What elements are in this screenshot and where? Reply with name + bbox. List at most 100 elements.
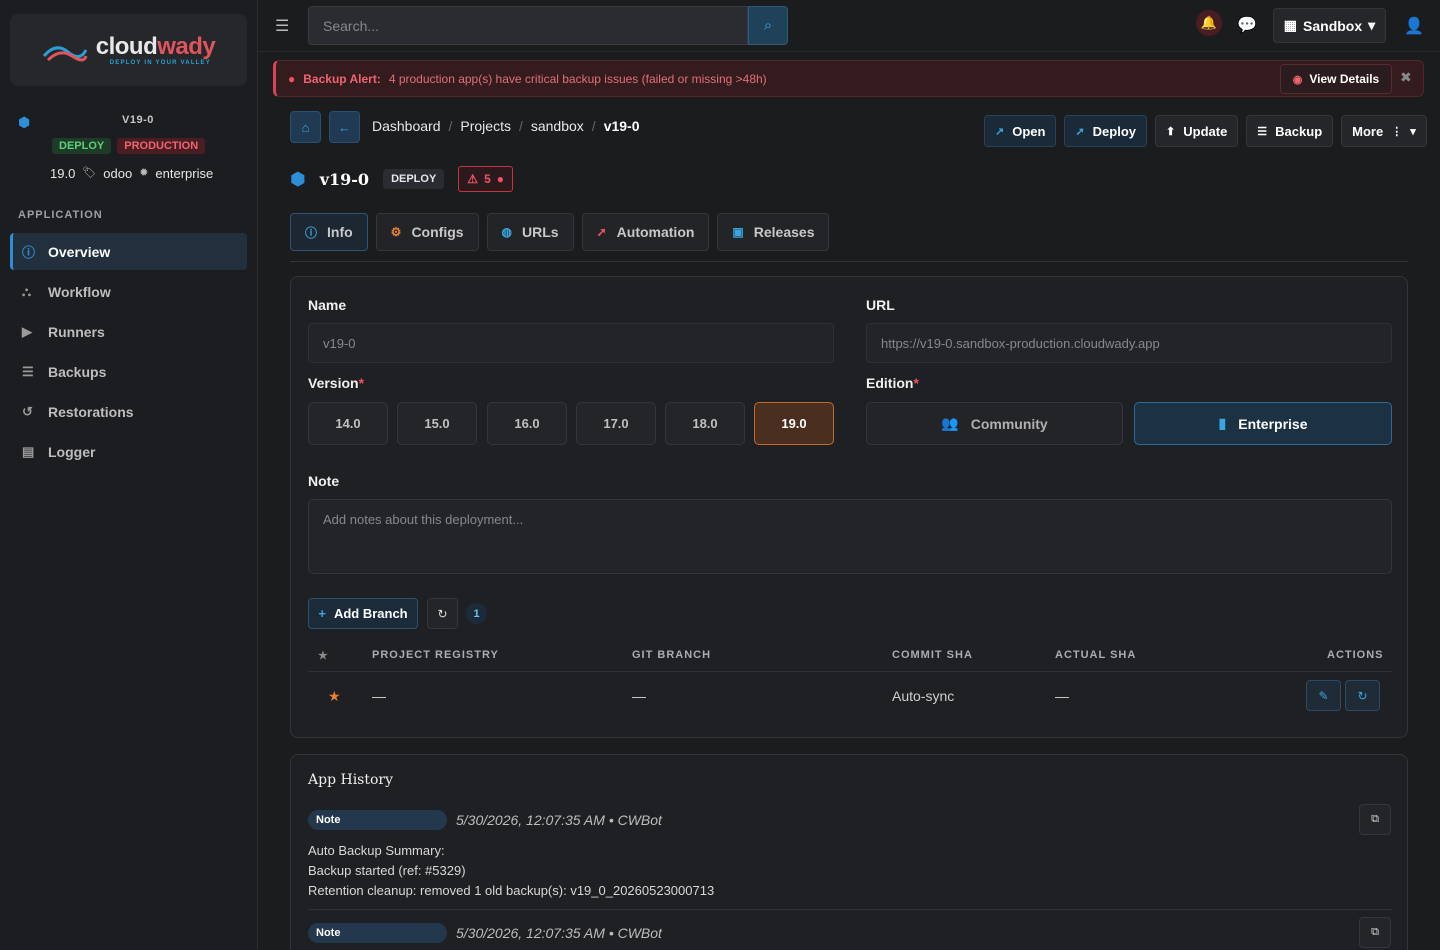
user-icon[interactable]: 👤 <box>1404 16 1424 36</box>
version-option-19[interactable]: 19.0 <box>754 402 834 445</box>
version-option-17[interactable]: 17.0 <box>576 402 656 445</box>
tab-label: Configs <box>411 224 464 240</box>
meta-product: odoo <box>103 166 133 181</box>
sidebar-item-backups[interactable]: ☰ Backups <box>10 353 247 390</box>
search-button[interactable]: ⌕ <box>748 6 788 45</box>
copy-icon: ⧉ <box>1371 926 1379 938</box>
external-link-icon: ↗ <box>995 125 1005 138</box>
version-option-15[interactable]: 15.0 <box>397 402 477 445</box>
back-button[interactable]: ← <box>329 111 360 143</box>
open-label: Open <box>1012 123 1046 139</box>
star-icon[interactable]: ★ <box>328 688 341 705</box>
sidebar-item-label: Restorations <box>48 403 134 420</box>
brand-word-accent: wady <box>157 32 216 60</box>
warnings-badge[interactable]: ⚠ 5 ● <box>458 166 513 192</box>
sidebar: cloudwady DEPLOY IN YOUR VALLEY ⬢ V19-0 … <box>0 0 258 950</box>
edition-enterprise-option[interactable]: ▮ Enterprise <box>1134 402 1392 445</box>
file-icon: ▤ <box>22 443 35 459</box>
building-icon: ▮ <box>1218 415 1227 431</box>
cube-icon: ⬢ <box>290 168 306 189</box>
tab-info[interactable]: ⓘ Info <box>290 213 368 251</box>
eye-icon: ◉ <box>1292 73 1303 86</box>
sidebar-item-restorations[interactable]: ↺ Restorations <box>10 393 247 430</box>
home-icon: ⌂ <box>301 119 310 135</box>
search-input[interactable] <box>308 6 748 45</box>
history-title: App History <box>308 772 394 788</box>
sidebar-item-logger[interactable]: ▤ Logger <box>10 433 247 470</box>
page-actions: ↗ Open ➚ Deploy ⬆ Update ☰ Backup More ⋮… <box>984 115 1427 147</box>
history-meta: 5/30/2026, 12:07:35 AM • CWBot <box>456 925 662 941</box>
tag-icon: 🏷 <box>82 167 97 179</box>
app-meta: 19.0 🏷 odoo ✹ enterprise <box>50 166 213 181</box>
column-header-actual: ACTUAL SHA <box>1055 649 1137 661</box>
chat-icon[interactable]: 💬 <box>1237 15 1257 35</box>
warning-triangle-icon: ⚠ <box>467 172 479 186</box>
breadcrumb-sandbox[interactable]: sandbox <box>531 118 584 134</box>
more-dropdown[interactable]: More ⋮ ▾ <box>1341 115 1427 147</box>
backup-button[interactable]: ☰ Backup <box>1246 115 1334 147</box>
sync-branch-button[interactable]: ↻ <box>1345 680 1380 711</box>
tab-releases[interactable]: ▣ Releases <box>717 213 830 251</box>
sidebar-item-workflow[interactable]: ⛬ Workflow <box>10 273 247 310</box>
breadcrumb-separator: / <box>448 118 453 134</box>
breadcrumb-projects[interactable]: Projects <box>460 118 511 134</box>
sidebar-item-overview[interactable]: ⓘ Overview <box>10 233 247 270</box>
tab-bar: ⓘ Info ⚙ Configs ◍ URLs ➚ Automation ▣ R… <box>290 213 830 251</box>
breadcrumb-separator: / <box>518 118 523 134</box>
info-icon: ⓘ <box>305 225 318 240</box>
version-option-16[interactable]: 16.0 <box>487 402 567 445</box>
sidebar-item-label: Overview <box>48 243 111 260</box>
info-icon: ⓘ <box>22 245 36 260</box>
menu-toggle-icon[interactable]: ☰ <box>275 16 289 36</box>
brand-logo[interactable]: cloudwady DEPLOY IN YOUR VALLEY <box>10 14 247 86</box>
update-button[interactable]: ⬆ Update <box>1155 115 1239 147</box>
note-textarea[interactable] <box>308 499 1392 574</box>
refresh-branches-button[interactable]: ↻ <box>427 598 458 629</box>
copy-button[interactable]: ⧉ <box>1359 804 1391 835</box>
edit-branch-button[interactable]: ✎ <box>1306 680 1341 711</box>
tab-label: URLs <box>522 224 559 240</box>
column-header-registry: PROJECT REGISTRY <box>372 649 499 661</box>
meta-version: 19.0 <box>50 166 76 181</box>
topbar: ☰ ⌕ 🔔 💬 ▦ Sandbox ▾ 👤 <box>258 0 1440 52</box>
play-circle-icon: ▶ <box>22 323 32 339</box>
pencil-icon: ✎ <box>1318 688 1329 703</box>
history-line: Backup started (ref: #5329) <box>308 863 466 878</box>
alert-circle-icon: ● <box>496 172 504 186</box>
add-branch-button[interactable]: + Add Branch <box>308 598 418 629</box>
sidebar-app-name: V19-0 <box>122 114 154 126</box>
edition-community-option[interactable]: 👥 Community <box>866 402 1123 445</box>
close-icon[interactable]: ✖ <box>1400 69 1412 86</box>
url-field[interactable]: https://v19-0.sandbox-production.cloudwa… <box>866 323 1392 363</box>
meta-edition: enterprise <box>155 166 214 181</box>
edition-label-text: Edition <box>866 375 914 391</box>
backup-label: Backup <box>1275 123 1323 139</box>
sidebar-item-runners[interactable]: ▶ Runners <box>10 313 247 350</box>
breadcrumb: Dashboard / Projects / sandbox / v19-0 <box>372 118 640 134</box>
deploy-badge: DEPLOY <box>52 138 112 154</box>
search-icon: ⌕ <box>763 17 773 34</box>
name-field[interactable]: v19-0 <box>308 323 834 363</box>
tab-configs[interactable]: ⚙ Configs <box>375 213 479 251</box>
chevron-down-icon: ▾ <box>1410 125 1416 138</box>
environment-dropdown[interactable]: ▦ Sandbox ▾ <box>1273 8 1386 43</box>
version-option-14[interactable]: 14.0 <box>308 402 388 445</box>
home-button[interactable]: ⌂ <box>290 111 321 143</box>
building-icon: ▦ <box>1283 17 1298 33</box>
table-divider <box>308 671 1392 672</box>
notification-bell-icon[interactable]: 🔔 <box>1196 10 1222 36</box>
history-icon: ↺ <box>22 403 33 419</box>
branch-count-badge: 1 <box>466 603 487 624</box>
copy-button[interactable]: ⧉ <box>1359 917 1391 948</box>
sidebar-nav: ⓘ Overview ⛬ Workflow ▶ Runners ☰ Backup… <box>10 233 247 473</box>
view-details-button[interactable]: ◉ View Details <box>1280 64 1392 94</box>
tab-urls[interactable]: ◍ URLs <box>486 213 574 251</box>
refresh-icon: ↻ <box>1357 688 1368 703</box>
note-label: Note <box>308 473 340 489</box>
version-option-18[interactable]: 18.0 <box>665 402 745 445</box>
tab-automation[interactable]: ➚ Automation <box>581 213 710 251</box>
deploy-button[interactable]: ➚ Deploy <box>1064 115 1148 147</box>
open-button[interactable]: ↗ Open <box>984 115 1057 147</box>
tab-label: Releases <box>753 224 815 240</box>
breadcrumb-dashboard[interactable]: Dashboard <box>372 118 441 134</box>
